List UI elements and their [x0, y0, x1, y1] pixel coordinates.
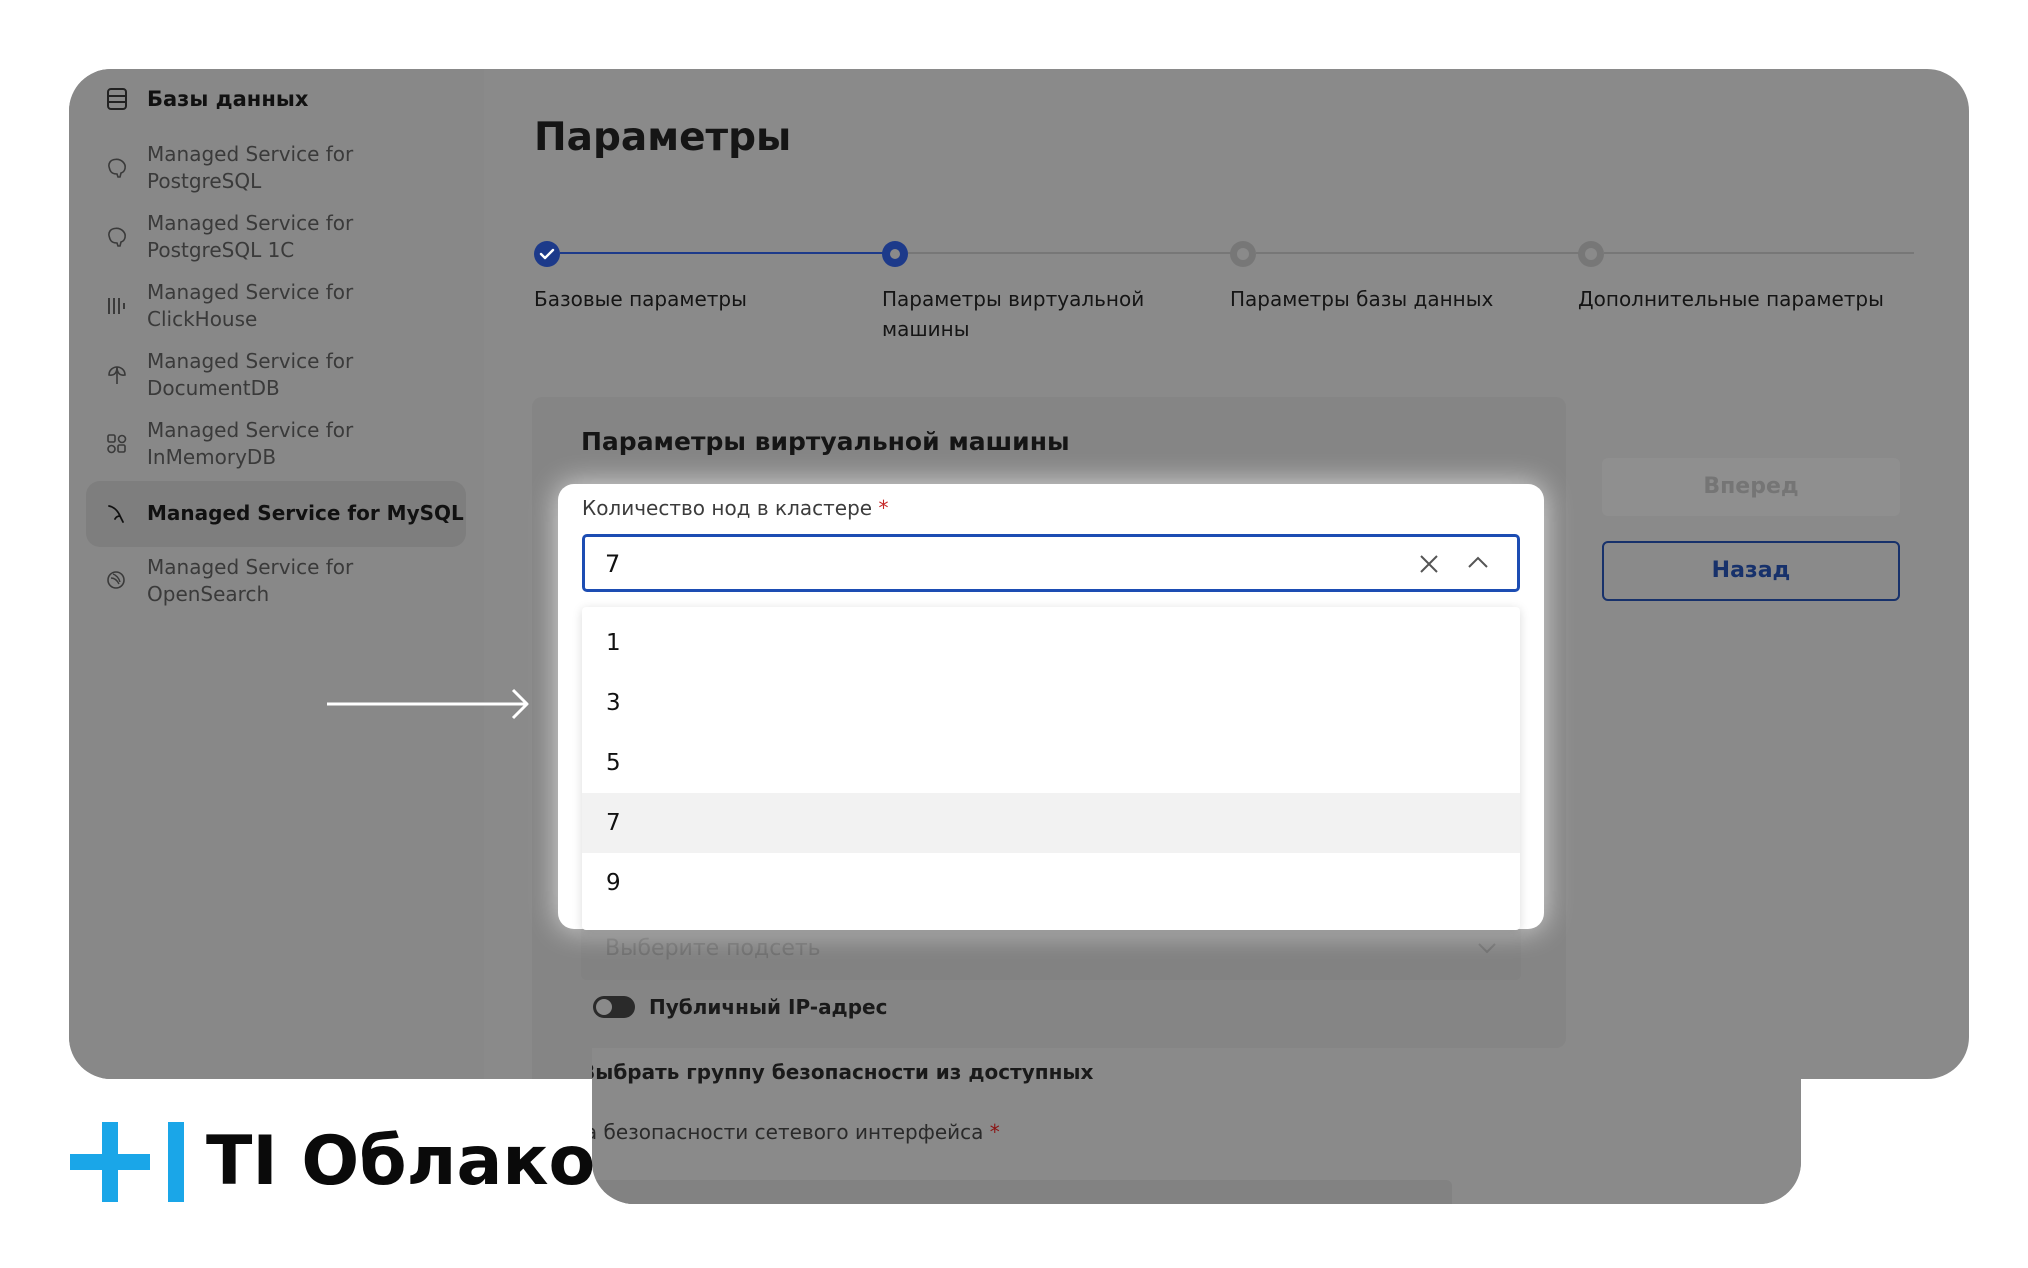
security-group-select[interactable]	[592, 1180, 1452, 1204]
node-count-select[interactable]: 7	[582, 534, 1520, 592]
page-title: Параметры	[534, 115, 792, 160]
forward-button[interactable]: Вперед	[1602, 458, 1900, 516]
step-connector	[1604, 252, 1914, 254]
elephant-icon	[105, 156, 129, 180]
step-current-dot[interactable]	[882, 241, 908, 267]
security-group-toggle-label: Выбрать группу безопасности из доступных	[592, 1060, 1094, 1084]
sidebar-item-opensearch[interactable]: Managed Service for OpenSearch	[105, 554, 387, 608]
step-label-base: Базовые параметры	[534, 287, 747, 311]
step-label-db: Параметры базы данных	[1230, 287, 1494, 311]
bars-icon	[105, 294, 129, 318]
public-ip-label: Публичный IP-адрес	[649, 995, 888, 1019]
sidebar-item-label: Managed Service for ClickHouse	[147, 280, 354, 331]
shapes-icon	[105, 432, 129, 456]
sidebar-item-documentdb[interactable]: Managed Service for DocumentDB	[105, 348, 387, 402]
close-icon[interactable]	[1417, 552, 1441, 580]
chevron-up-icon[interactable]	[1467, 554, 1489, 573]
dolphin-icon	[105, 502, 129, 526]
step-done-dot[interactable]	[534, 241, 560, 267]
arrow-right-icon	[327, 688, 529, 720]
dropdown-option[interactable]: 1	[582, 613, 1520, 673]
public-ip-toggle[interactable]	[593, 996, 635, 1018]
sidebar-item-label: Managed Service for OpenSearch	[147, 555, 354, 606]
node-count-value: 7	[605, 550, 621, 578]
dropdown-option[interactable]: 9	[582, 853, 1520, 913]
sidebar-item-clickhouse[interactable]: Managed Service for ClickHouse	[105, 279, 387, 333]
node-count-label: Количество нод в кластере *	[582, 496, 889, 520]
stepper: Базовые параметры Параметры виртуальной …	[534, 239, 1914, 341]
subnet-placeholder: Выберите подсеть	[605, 936, 821, 961]
sidebar-item-label: Managed Service for DocumentDB	[147, 349, 354, 400]
sidebar-item-label: Managed Service for InMemoryDB	[147, 418, 354, 469]
step-label-extra: Дополнительные параметры	[1578, 287, 1884, 311]
sidebar-header: Базы данных	[105, 87, 308, 111]
sidebar-item-label: Managed Service for MySQL	[147, 501, 464, 525]
plus-bar-logo-icon	[70, 1122, 184, 1202]
public-ip-toggle-row[interactable]: Публичный IP-адрес	[593, 995, 887, 1019]
step-label-vm: Параметры виртуальной машины	[882, 287, 1145, 341]
app-window-dimmed-bottom: Выбрать группу безопасности из доступных…	[592, 1020, 1801, 1204]
sidebar-item-mysql[interactable]: Managed Service for MySQL	[105, 500, 467, 527]
sidebar-item-postgresql[interactable]: Managed Service for PostgreSQL	[105, 141, 387, 195]
check-icon	[539, 248, 555, 260]
back-button[interactable]: Назад	[1602, 541, 1900, 601]
chevron-down-icon	[1477, 940, 1497, 959]
sidebar-item-label: Managed Service for PostgreSQL 1С	[147, 211, 354, 262]
sidebar-item-inmemorydb[interactable]: Managed Service for InMemoryDB	[105, 417, 387, 471]
elephant-icon	[105, 225, 129, 249]
dropdown-option[interactable]: 5	[582, 733, 1520, 793]
vm-params-panel-continued	[592, 1020, 1566, 1048]
sidebar-item-postgresql-1c[interactable]: Managed Service for PostgreSQL 1С	[105, 210, 387, 264]
node-count-highlight: Количество нод в кластере * 7 1 3 5 7 9	[558, 484, 1544, 930]
sidebar-item-label: Managed Service for PostgreSQL	[147, 142, 354, 193]
step-connector	[1256, 252, 1582, 254]
security-group-toggle-row[interactable]: Выбрать группу безопасности из доступных	[592, 1060, 1093, 1084]
opensearch-icon	[105, 569, 129, 593]
security-group-field-label: Группа безопасности сетевого интерфейса …	[592, 1120, 1000, 1144]
leaf-icon	[105, 363, 129, 387]
dropdown-option-selected[interactable]: 7	[582, 793, 1520, 853]
step-pending-dot[interactable]	[1578, 241, 1604, 267]
sidebar: Базы данных Managed Service for PostgreS…	[69, 69, 484, 1079]
database-icon	[105, 87, 129, 111]
brand-logo: TI Облако	[70, 1118, 595, 1204]
step-connector	[560, 252, 886, 254]
corner-cutout	[1801, 1079, 2028, 1268]
node-count-dropdown: 1 3 5 7 9	[582, 607, 1520, 930]
panel-title: Параметры виртуальной машины	[581, 427, 1070, 456]
step-pending-dot[interactable]	[1230, 241, 1256, 267]
sidebar-header-title: Базы данных	[147, 87, 309, 111]
step-connector	[908, 252, 1234, 254]
brand-name: TI Облако	[206, 1121, 596, 1201]
dropdown-option[interactable]: 3	[582, 673, 1520, 733]
